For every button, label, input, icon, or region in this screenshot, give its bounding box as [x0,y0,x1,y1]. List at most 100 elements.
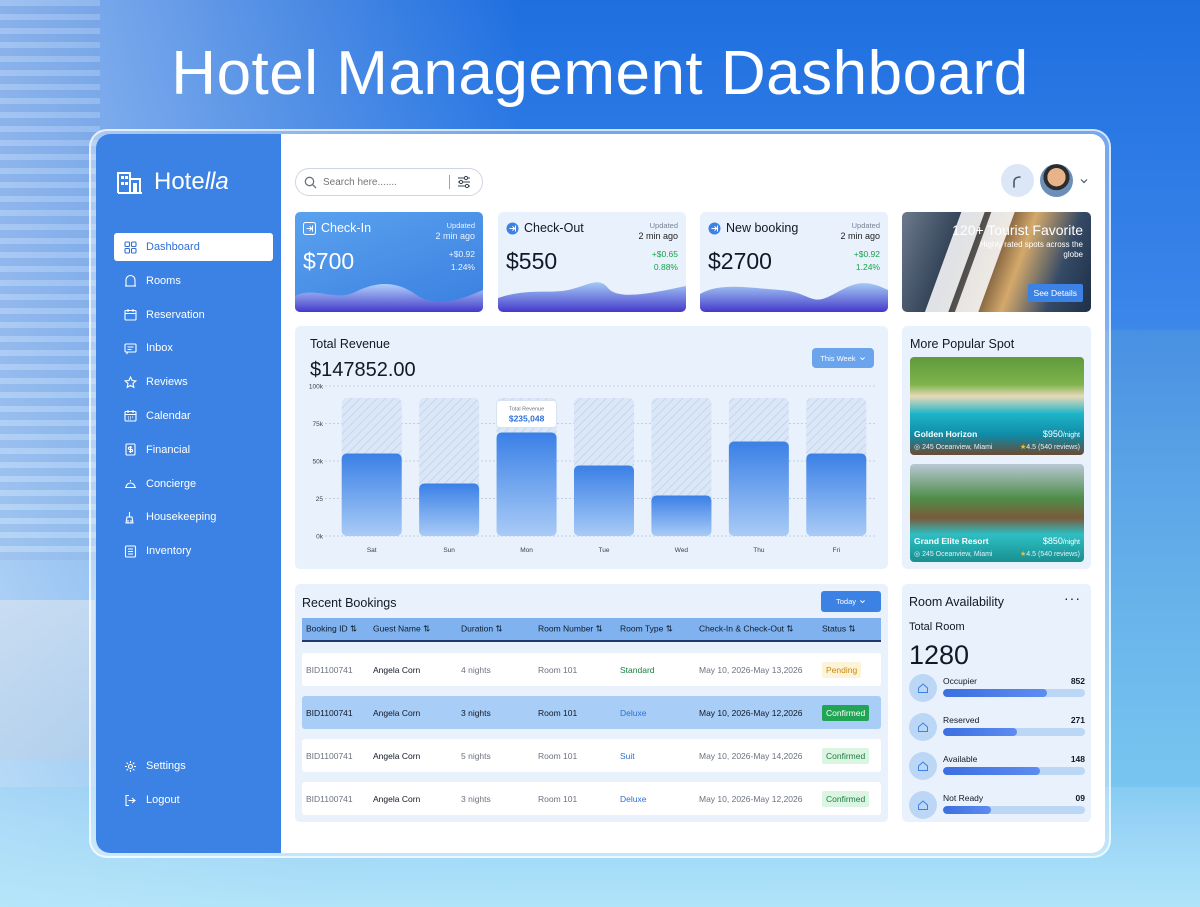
spot-card-grand-elite-resort[interactable]: Grand Elite Resort $850/night ◎ 245 Ocea… [910,464,1084,562]
stat-updated-time: 2 min ago [840,231,880,241]
stat-card-check-in[interactable]: Check-In Updated 2 min ago $700 +$0.92 1… [295,212,483,312]
total-room-label: Total Room [909,621,965,633]
cell-guest: Angela Corn [373,793,421,804]
sidebar-item-settings[interactable]: Settings [114,752,273,780]
login-arrow-icon [303,221,316,235]
table-row[interactable]: BID1100741 Angela Corn 5 nights Room 101 Sui… [302,739,881,772]
stat-updated-label: Updated [851,221,880,230]
sidebar-item-calendar[interactable]: Calendar [114,402,273,430]
more-options-icon[interactable]: ··· [1064,590,1081,606]
calendar-icon [124,309,137,321]
spot-rating-value: 4.5 [1026,551,1037,558]
sort-icon: ⇅ [349,623,358,634]
sidebar-item-inbox[interactable]: Inbox [114,334,273,362]
column-header-guest-name[interactable]: Guest Name ⇅ [373,624,430,635]
column-header-status[interactable]: Status ⇅ [822,624,856,635]
filter-icon[interactable] [456,174,472,190]
notification-icon [1012,175,1021,188]
sidebar-item-concierge[interactable]: Concierge [114,470,273,498]
sidebar-item-rooms[interactable]: Rooms [114,267,273,295]
availability-title: Room Availability [909,595,1004,609]
availability-bar [943,728,1085,736]
column-header-room-type[interactable]: Room Type ⇅ [620,624,673,635]
availability-label: Occupier [943,676,978,686]
availability-bar-fill [943,689,1047,697]
column-header-check-in-check-out[interactable]: Check-In & Check-Out ⇅ [699,624,794,635]
bar-sun[interactable] [419,483,480,537]
stat-card-new-booking[interactable]: New booking Updated 2 min ago $2700 +$0.… [700,212,888,312]
message-icon [124,343,137,355]
bar-thu[interactable] [728,441,789,537]
bar-sat[interactable] [341,453,402,537]
recent-bookings-panel: Recent Bookings Today Booking ID ⇅ Guest … [295,584,888,822]
cell-type: Deluxe [620,793,647,804]
column-header-duration[interactable]: Duration ⇅ [461,624,503,635]
cell-duration: 5 nights [461,750,491,761]
spot-rating-value: 4.5 [1026,444,1037,451]
bar-mon[interactable] [496,432,557,537]
see-details-button[interactable]: See Details [1027,284,1083,302]
today-filter-label: Today [835,597,856,606]
availability-bar [943,806,1085,814]
y-tick-label: 100k [309,384,324,391]
bar-wed[interactable] [651,495,712,537]
chevron-down-icon[interactable] [1079,176,1089,186]
availability-bar [943,767,1085,775]
y-tick-label: 75k [313,421,324,428]
cell-duration: 4 nights [461,664,491,675]
table-row[interactable]: BID1100741 Angela Corn 3 nights Room 101 Del… [302,696,881,729]
dollar-icon [125,443,136,456]
status-badge: Confirmed [822,704,870,721]
stat-change: +$0.92 1.24% [449,248,475,274]
revenue-chart: 0k 25 50k 75k 100k Sat Sun Mon Total Revenue$235… [309,384,875,554]
x-tick-label: Sun [443,547,455,554]
column-header-room-number[interactable]: Room Number ⇅ [538,624,603,635]
brand-prefix: Hote [154,168,205,195]
spot-card-golden-horizon[interactable]: Golden Horizon $950/night ◎ 245 Oceanvie… [910,357,1084,455]
availability-row-not-ready: Not Ready 09 [909,791,1085,821]
week-filter-button[interactable]: This Week [812,348,874,368]
sidebar-item-label: Reservation [146,308,205,321]
x-tick-label: Fri [832,547,840,554]
cell-guest: Angela Corn [373,707,421,718]
notification-button[interactable] [1001,164,1034,197]
spot-price: $950/night [1043,429,1080,439]
sidebar-item-label: Dashboard [146,241,200,253]
search-bar[interactable] [295,168,483,196]
x-tick-label: Thu [753,547,765,554]
status-badge: Pending [822,661,862,678]
tooltip-label: Total Revenue [509,407,544,413]
column-header-label: Booking ID [306,623,348,634]
spot-rating: ★4.5 (540 reviews) [1020,550,1080,558]
stat-updated-time: 2 min ago [435,231,475,241]
stat-change: +$0.65 0.88% [652,248,678,274]
sidebar-item-inventory[interactable]: Inventory [114,537,273,565]
sort-icon: ⇅ [495,623,503,634]
sidebar-item-logout[interactable]: Logout [114,786,273,814]
sidebar-item-reservation[interactable]: Reservation [114,301,273,329]
status-badge: Confirmed [822,747,870,764]
revenue-title: Total Revenue [310,337,390,351]
login-arrow-icon [708,222,721,234]
stat-card-check-out[interactable]: Check-Out Updated 2 min ago $550 +$0.65 … [498,212,686,312]
user-avatar[interactable] [1040,164,1073,197]
stat-amount: $2700 [708,248,772,274]
availability-row-occupier: Occupier 852 [909,674,1085,704]
x-tick-label: Tue [599,547,610,554]
table-row[interactable]: BID1100741 Angela Corn 3 nights Room 101 Del… [302,782,881,815]
promo-subtitle: Highly rated spots across the globe [979,240,1083,259]
sidebar-item-housekeeping[interactable]: Housekeeping [114,503,273,531]
bar-fri[interactable] [806,453,867,537]
cell-dates: May 10, 2026-May 14,2026 [699,750,803,761]
bar-tue[interactable] [574,465,634,537]
sidebar-item-dashboard[interactable]: Dashboard [114,233,273,261]
sidebar-item-reviews[interactable]: Reviews [114,368,273,396]
stat-updated: Updated 2 min ago [435,220,475,242]
sidebar-item-financial[interactable]: Financial [114,436,273,464]
column-header-booking-id[interactable]: Booking ID ⇅ [306,624,357,635]
broom-icon [125,511,134,524]
stat-change-value: +$0.65 [651,249,678,259]
table-row[interactable]: BID1100741 Angela Corn 4 nights Room 101 Sta… [302,653,881,686]
search-input[interactable] [323,176,443,188]
today-filter-button[interactable]: Today [821,591,881,612]
